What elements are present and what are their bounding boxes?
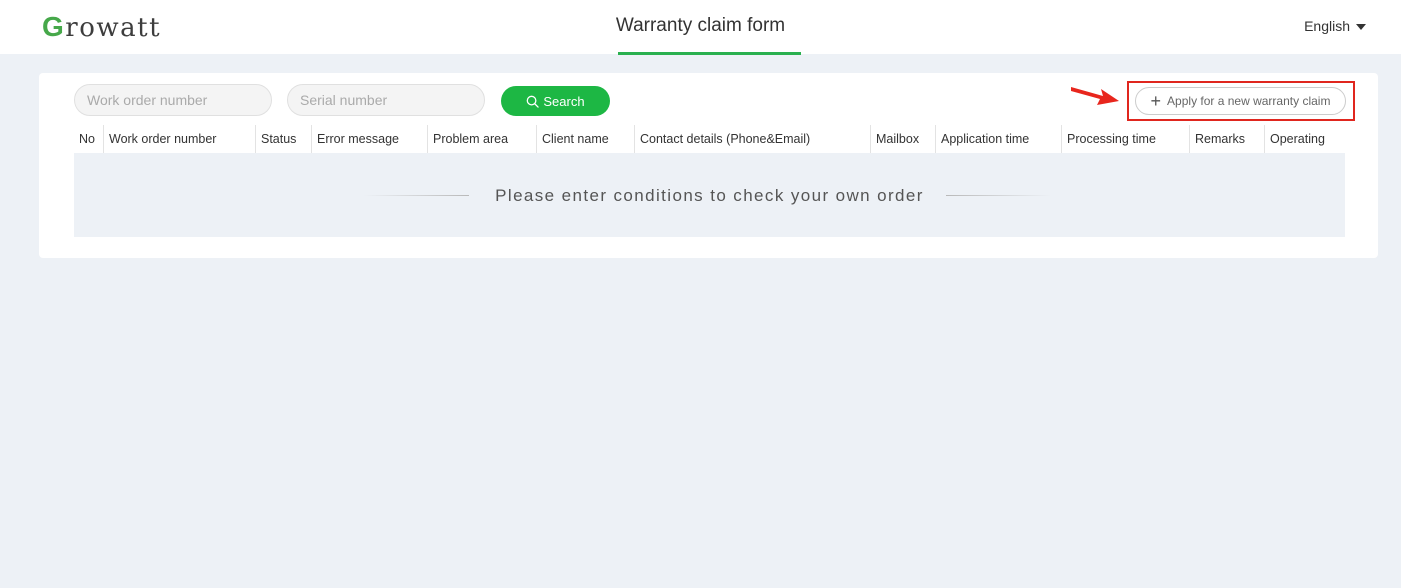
empty-state-panel: Please enter conditions to check your ow… xyxy=(74,153,1345,237)
search-button[interactable]: Search xyxy=(501,86,610,116)
title-underline xyxy=(618,52,801,55)
divider-right xyxy=(946,195,1051,196)
serial-number-input[interactable] xyxy=(287,84,485,116)
column-header-contact-details: Contact details (Phone&Email) xyxy=(634,125,870,153)
plus-icon: + xyxy=(1150,91,1162,111)
table-header: No Work order number Status Error messag… xyxy=(74,125,1345,153)
language-selector[interactable]: English xyxy=(1304,18,1366,34)
column-header-operating: Operating xyxy=(1264,125,1345,153)
column-header-remarks: Remarks xyxy=(1189,125,1264,153)
work-order-input[interactable] xyxy=(74,84,272,116)
language-label: English xyxy=(1304,18,1350,34)
column-header-processing-time: Processing time xyxy=(1061,125,1189,153)
top-header: Growatt Warranty claim form English xyxy=(0,0,1401,55)
column-header-mailbox: Mailbox xyxy=(870,125,935,153)
search-button-label: Search xyxy=(543,93,585,109)
column-header-no: No xyxy=(79,132,95,146)
empty-state-message: Please enter conditions to check your ow… xyxy=(495,186,924,205)
search-icon xyxy=(527,95,540,108)
column-header-status: Status xyxy=(255,125,311,153)
apply-button-label: Apply for a new warranty claim xyxy=(1167,94,1331,108)
page-title: Warranty claim form xyxy=(615,15,786,36)
apply-warranty-claim-button[interactable]: + Apply for a new warranty claim xyxy=(1135,87,1346,115)
column-header-problem-area: Problem area xyxy=(427,125,536,153)
column-header-client-name: Client name xyxy=(536,125,634,153)
column-header-work-order-number: Work order number xyxy=(103,125,255,153)
column-header-application-time: Application time xyxy=(935,125,1061,153)
search-card: Search + Apply for a new warranty claim … xyxy=(39,73,1378,258)
column-header-error-message: Error message xyxy=(311,125,427,153)
arrow-icon xyxy=(1071,87,1119,105)
caret-down-icon xyxy=(1356,24,1366,30)
